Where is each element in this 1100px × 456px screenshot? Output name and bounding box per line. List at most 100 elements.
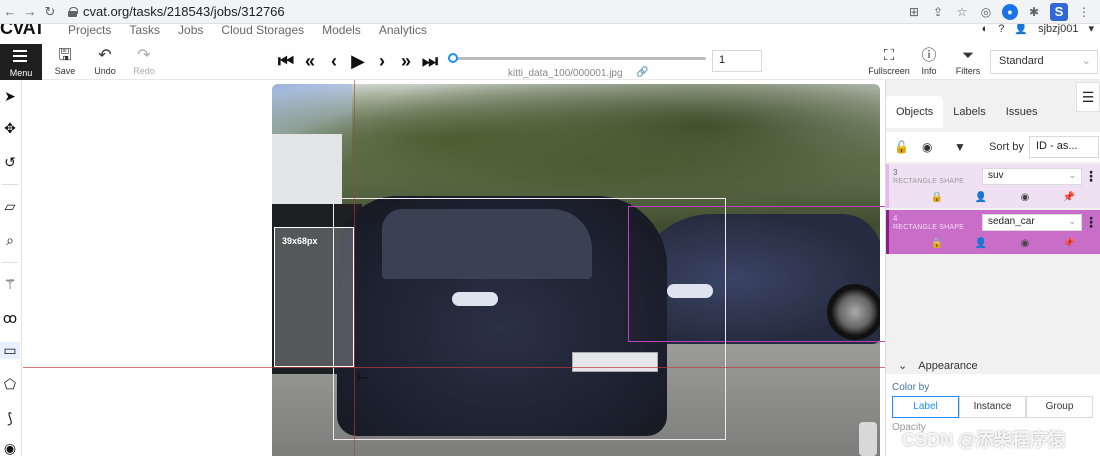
undo-icon: ↶: [98, 47, 112, 64]
drawing-rectangle[interactable]: [274, 227, 354, 367]
forward-step-icon[interactable]: »: [396, 51, 416, 72]
color-by-instance-option[interactable]: Instance: [959, 396, 1026, 418]
fullscreen-button[interactable]: ⛶ Fullscreen: [868, 46, 910, 76]
tab-objects[interactable]: Objects: [886, 96, 944, 128]
save-icon: 🖫: [58, 47, 72, 64]
tab-labels[interactable]: Labels: [943, 96, 995, 128]
forward-icon[interactable]: →: [20, 4, 40, 19]
frame-slider[interactable]: [448, 53, 706, 63]
rotate-icon[interactable]: ↺: [0, 154, 20, 171]
filters-button[interactable]: ⏷ Filters: [954, 46, 982, 76]
share-icon[interactable]: ⇪: [930, 4, 946, 20]
chevron-icon: ⌄: [1068, 170, 1076, 180]
tab-issues[interactable]: Issues: [996, 96, 1048, 128]
expand-all-icon[interactable]: ▼: [954, 140, 966, 154]
browser-menu-icon[interactable]: ⋮: [1076, 4, 1092, 20]
puzzle-icon[interactable]: ✱: [1026, 4, 1042, 20]
bbox-suv[interactable]: [333, 198, 726, 440]
info-icon: ⓘ: [921, 47, 937, 64]
person-icon[interactable]: 👤: [973, 238, 989, 249]
filters-label: Filters: [955, 66, 981, 76]
nav-cloud-storages[interactable]: Cloud Storages: [221, 24, 304, 37]
opencv-icon[interactable]: ꝏ: [0, 310, 20, 327]
sort-select[interactable]: ID - as...: [1029, 136, 1099, 158]
hamburger-icon: [13, 50, 27, 62]
pin-icon[interactable]: 📌: [1061, 192, 1077, 203]
frame-number-input[interactable]: 1: [712, 50, 762, 72]
last-frame-icon[interactable]: ⏭: [420, 51, 440, 72]
user-icon[interactable]: 👤: [1014, 24, 1028, 35]
cursor-icon[interactable]: ➤: [0, 88, 20, 105]
translate-icon[interactable]: ⊞: [906, 4, 922, 20]
object-label-select[interactable]: suv ⌄: [982, 168, 1082, 185]
object-item-sedan-car[interactable]: 4 RECTANGLE SHAPE sedan_car ⌄ ⋮ 🔒 👤 ◉ 📌: [886, 210, 1100, 254]
eye-icon[interactable]: ◉: [1017, 238, 1033, 249]
bookmark-star-icon[interactable]: ☆: [954, 4, 970, 20]
collapse-sidebar-icon[interactable]: ☰: [1076, 82, 1100, 112]
nav-jobs[interactable]: Jobs: [178, 24, 203, 37]
lock-all-icon[interactable]: 🔓: [894, 140, 909, 154]
annotation-canvas[interactable]: 39x68px ⊢: [23, 80, 885, 456]
lock-icon[interactable]: 🔒: [929, 238, 945, 249]
appearance-header[interactable]: ⌄ Appearance: [886, 356, 1100, 374]
github-icon[interactable]: ◐: [982, 24, 989, 35]
reload-icon[interactable]: ↻: [40, 4, 60, 20]
workspace-select[interactable]: Standard ⌄: [990, 50, 1098, 74]
draw-points-icon[interactable]: ◉: [0, 440, 20, 456]
crosshair-cursor-icon: ⊢: [357, 371, 368, 385]
lock-icon[interactable]: 🔒: [929, 192, 945, 203]
address-bar[interactable]: cvat.org/tasks/218543/jobs/312766: [68, 4, 285, 19]
menu-button[interactable]: Menu: [0, 44, 42, 80]
color-by-segmented: Label Instance Group: [892, 396, 1093, 418]
help-icon[interactable]: ?: [998, 24, 1004, 35]
color-by-label-option[interactable]: Label: [892, 396, 959, 418]
menu-label: Menu: [9, 68, 33, 78]
redo-button[interactable]: ↷ Redo: [126, 46, 162, 76]
draw-polyline-icon[interactable]: ⟆: [0, 410, 20, 427]
draw-rectangle-icon[interactable]: ▭: [0, 342, 20, 359]
extension-circle-icon[interactable]: ◎: [978, 4, 994, 20]
cvat-logo[interactable]: CVAT: [0, 24, 45, 39]
profile-s-icon[interactable]: S: [1050, 3, 1068, 21]
backward-step-icon[interactable]: «: [300, 51, 320, 72]
undo-button[interactable]: ↶ Undo: [87, 46, 123, 76]
extension-icon[interactable]: ●: [1002, 4, 1018, 20]
more-options-icon[interactable]: ⋮: [1084, 214, 1098, 231]
more-options-icon[interactable]: ⋮: [1084, 168, 1098, 185]
nav-models[interactable]: Models: [322, 24, 361, 37]
user-dropdown-icon[interactable]: ▾: [1088, 24, 1094, 35]
canvas-scroll-handle[interactable]: [859, 422, 877, 456]
person-icon[interactable]: 👤: [973, 192, 989, 203]
next-frame-icon[interactable]: ›: [372, 51, 392, 72]
workspace-value: Standard: [999, 55, 1044, 67]
draw-polygon-icon[interactable]: ⬠: [0, 376, 20, 393]
annotation-toolbar: Menu 🖫 Save ↶ Undo ↷ Redo ⏮ « ‹ ▶ › » ⏭ …: [0, 44, 1100, 80]
nav-tasks[interactable]: Tasks: [129, 24, 160, 37]
back-icon[interactable]: ←: [0, 4, 20, 19]
fit-image-icon[interactable]: ▱: [0, 198, 20, 215]
info-button[interactable]: ⓘ Info: [916, 46, 942, 76]
object-item-suv[interactable]: 3 RECTANGLE SHAPE suv ⌄ ⋮ 🔒 👤 ◉ 📌: [886, 164, 1100, 208]
pin-icon[interactable]: 📌: [1061, 238, 1077, 249]
color-by-group-option[interactable]: Group: [1026, 396, 1093, 418]
browser-bar: ← → ↻ cvat.org/tasks/218543/jobs/312766 …: [0, 0, 1100, 24]
url-text[interactable]: cvat.org/tasks/218543/jobs/312766: [83, 4, 285, 19]
play-icon[interactable]: ▶: [348, 51, 368, 72]
move-icon[interactable]: ✥: [0, 120, 20, 137]
show-all-icon[interactable]: ◉: [922, 140, 932, 154]
object-type: RECTANGLE SHAPE: [893, 224, 964, 231]
previous-frame-icon[interactable]: ‹: [324, 51, 344, 72]
copy-link-icon[interactable]: 🔗: [636, 67, 648, 78]
nav-analytics[interactable]: Analytics: [379, 24, 427, 37]
username[interactable]: sjbzj001: [1038, 24, 1078, 35]
slider-thumb[interactable]: [448, 53, 458, 63]
nav-projects[interactable]: Projects: [68, 24, 111, 37]
chevron-icon: ⌄: [1068, 216, 1076, 226]
eye-icon[interactable]: ◉: [1017, 192, 1033, 203]
first-frame-icon[interactable]: ⏮: [276, 51, 296, 72]
object-label-select[interactable]: sedan_car ⌄: [982, 214, 1082, 231]
objects-header: 🔓 ◉ ▼ Sort by ID - as...: [886, 132, 1100, 162]
zoom-region-icon[interactable]: ⌕: [0, 232, 20, 249]
magic-wand-icon[interactable]: ⚚: [0, 276, 20, 293]
save-button[interactable]: 🖫 Save: [47, 46, 83, 76]
